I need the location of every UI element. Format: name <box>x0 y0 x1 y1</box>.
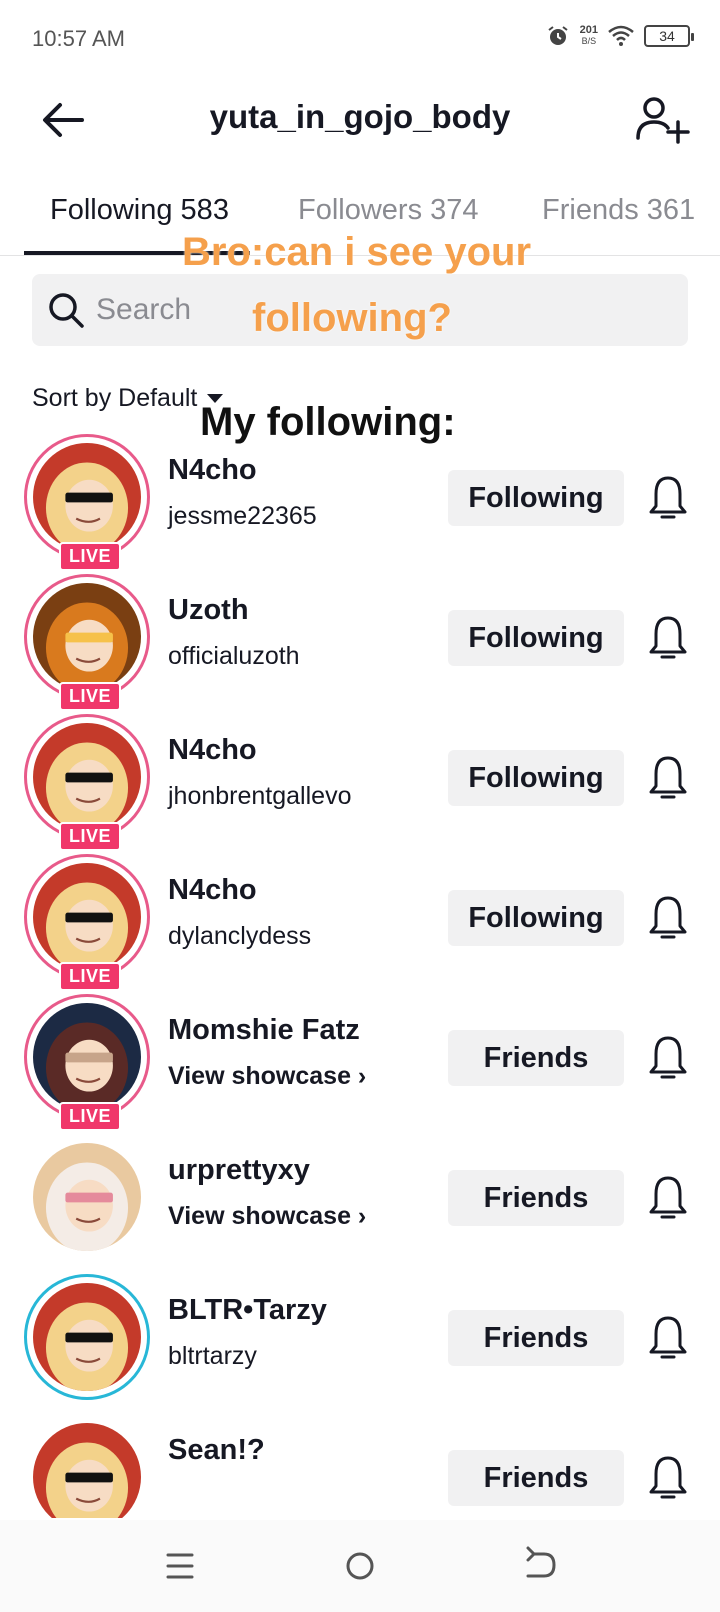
avatar-container[interactable] <box>24 1274 150 1400</box>
avatar-container[interactable]: LIVE <box>24 994 150 1131</box>
tab-following[interactable]: Following 583 <box>50 194 229 227</box>
friends-button[interactable]: Friends <box>448 1170 624 1226</box>
list-item[interactable]: LIVE Uzoth officialuzoth Following <box>0 566 720 711</box>
following-button[interactable]: Following <box>448 750 624 806</box>
search-icon <box>49 293 84 328</box>
overlay-caption-line2: following? <box>252 296 452 340</box>
user-handle: jhonbrentgallevo <box>168 782 352 810</box>
list-item[interactable]: BLTR•Tarzy bltrtarzy Friends <box>0 1266 720 1410</box>
tab-followers[interactable]: Followers 374 <box>298 194 479 227</box>
avatar-image <box>33 443 141 551</box>
list-item[interactable]: LIVE N4cho dylanclydess Following <box>0 846 720 991</box>
wifi-icon <box>608 25 634 46</box>
user-display-name[interactable]: N4cho <box>168 734 257 767</box>
following-list: LIVE N4cho jessme22365 Following LIVE Uzoth of… <box>0 426 720 1518</box>
avatar <box>24 1414 150 1518</box>
avatar-container[interactable]: LIVE <box>24 854 150 991</box>
battery-indicator: 34 <box>644 25 694 47</box>
overlay-caption-line1: Bro:can i see your <box>182 230 532 274</box>
avatar-container[interactable] <box>24 1134 150 1260</box>
avatar-container[interactable]: LIVE <box>24 574 150 711</box>
bell-icon[interactable] <box>646 752 690 804</box>
page-title: yuta_in_gojo_body <box>209 98 511 135</box>
home-circle-icon[interactable] <box>334 1540 386 1592</box>
user-display-name[interactable]: BLTR•Tarzy <box>168 1294 327 1327</box>
bell-icon[interactable] <box>646 472 690 524</box>
tab-friends[interactable]: Friends 361 <box>542 194 695 227</box>
list-item[interactable]: urprettyxy View showcase › Friends <box>0 1126 720 1270</box>
avatar-image <box>33 1003 141 1111</box>
bell-icon[interactable] <box>646 612 690 664</box>
return-icon[interactable] <box>514 1540 566 1592</box>
header: yuta_in_gojo_body <box>0 80 720 180</box>
user-display-name[interactable]: N4cho <box>168 874 257 907</box>
overlay-caption-line3: My following: <box>200 400 456 444</box>
user-handle: jessme22365 <box>168 502 317 530</box>
net-speed: 201 B/S <box>579 24 598 47</box>
sort-label: Sort by Default <box>32 384 198 412</box>
add-user-icon[interactable] <box>634 92 690 148</box>
user-display-name[interactable]: Sean!? <box>168 1434 265 1467</box>
status-icons: 201 B/S 34 <box>546 24 694 48</box>
view-showcase-link[interactable]: View showcase › <box>168 1062 366 1091</box>
bell-icon[interactable] <box>646 1032 690 1084</box>
menu-icon[interactable] <box>154 1540 206 1592</box>
list-item[interactable]: LIVE N4cho jessme22365 Following <box>0 426 720 571</box>
avatar-image <box>33 1283 141 1391</box>
sort-dropdown[interactable]: Sort by Default <box>32 384 224 413</box>
user-handle: dylanclydess <box>168 922 312 950</box>
status-time: 10:57 AM <box>32 26 125 51</box>
bell-icon[interactable] <box>646 1312 690 1364</box>
avatar <box>24 1134 150 1260</box>
bell-icon[interactable] <box>646 1172 690 1224</box>
avatar-image <box>33 1423 141 1518</box>
following-button[interactable]: Following <box>448 610 624 666</box>
user-display-name[interactable]: Momshie Fatz <box>168 1014 360 1047</box>
following-button[interactable]: Following <box>448 470 624 526</box>
user-display-name[interactable]: N4cho <box>168 454 257 487</box>
user-handle: officialuzoth <box>168 642 300 670</box>
alarm-icon <box>548 26 568 45</box>
list-item[interactable]: Sean!? Friends <box>0 1406 720 1518</box>
list-item[interactable]: LIVE Momshie Fatz View showcase › Friends <box>0 986 720 1131</box>
view-showcase-link[interactable]: View showcase › <box>168 1202 366 1231</box>
list-item[interactable]: LIVE N4cho jhonbrentgallevo Following <box>0 706 720 851</box>
following-button[interactable]: Following <box>448 890 624 946</box>
user-display-name[interactable]: Uzoth <box>168 594 249 627</box>
friends-button[interactable]: Friends <box>448 1030 624 1086</box>
status-bar: 10:57 AM 201 B/S 34 <box>0 0 720 80</box>
bell-icon[interactable] <box>646 892 690 944</box>
friends-button[interactable]: Friends <box>448 1450 624 1506</box>
avatar <box>24 1274 150 1400</box>
avatar-image <box>33 723 141 831</box>
friends-button[interactable]: Friends <box>448 1310 624 1366</box>
avatar-container[interactable]: LIVE <box>24 714 150 851</box>
bell-icon[interactable] <box>646 1452 690 1504</box>
user-handle: bltrtarzy <box>168 1342 257 1370</box>
avatar-image <box>33 1143 141 1251</box>
user-display-name[interactable]: urprettyxy <box>168 1154 310 1187</box>
avatar-image <box>33 863 141 971</box>
avatar-container[interactable] <box>24 1414 150 1518</box>
avatar-container[interactable]: LIVE <box>24 434 150 571</box>
avatar-image <box>33 583 141 691</box>
system-nav-bar <box>0 1520 720 1612</box>
